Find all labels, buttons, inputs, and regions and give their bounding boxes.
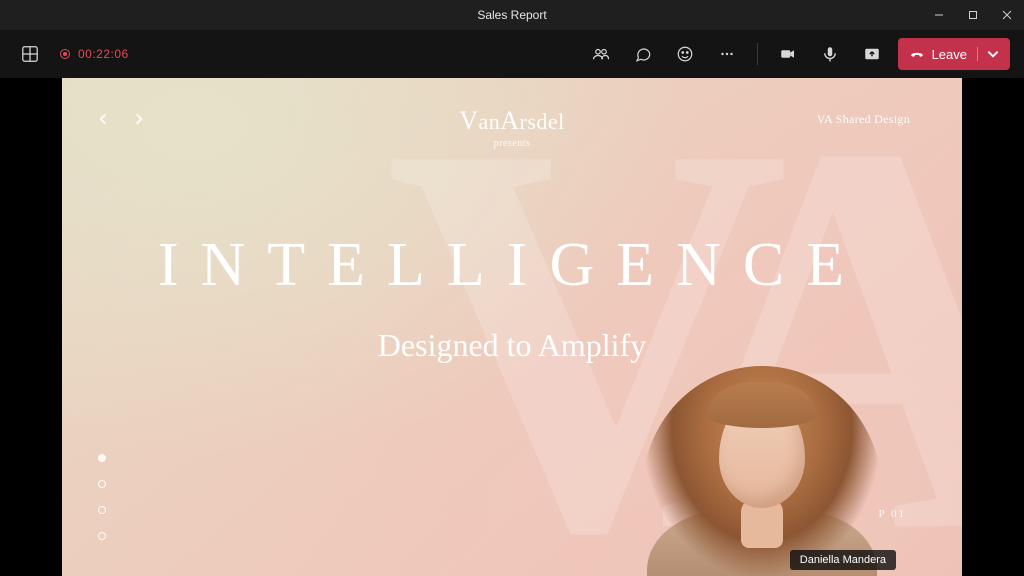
- chat-button[interactable]: [627, 38, 659, 70]
- slide-page-number: P 01: [879, 508, 906, 520]
- window-controls: [922, 0, 1024, 30]
- slide-brand: VanArsdel presents: [459, 106, 565, 149]
- mic-toggle-button[interactable]: [814, 38, 846, 70]
- record-icon: [60, 49, 70, 59]
- slide-dot-3[interactable]: [98, 506, 106, 514]
- brand-logo-text: VanArsdel: [459, 106, 565, 136]
- reactions-button[interactable]: [669, 38, 701, 70]
- chevron-left-icon: [96, 112, 110, 126]
- window-titlebar: Sales Report: [0, 0, 1024, 30]
- chevron-right-icon: [132, 112, 146, 126]
- camera-toggle-button[interactable]: [772, 38, 804, 70]
- shared-slide: VanArsdel presents VA Shared Design INTE…: [62, 78, 962, 576]
- more-actions-button[interactable]: [711, 38, 743, 70]
- prev-slide-button[interactable]: [96, 112, 110, 131]
- slide-dot-1[interactable]: [98, 454, 106, 462]
- slide-progress-dots: [98, 454, 106, 540]
- participants-button[interactable]: [585, 38, 617, 70]
- meeting-stage: VanArsdel presents VA Shared Design INTE…: [0, 78, 1024, 576]
- slide-subhead: Designed to Amplify: [107, 327, 917, 364]
- brand-subtext: presents: [459, 138, 565, 149]
- presenter-video-cutout: [632, 346, 892, 576]
- hangup-icon: [910, 47, 924, 61]
- leave-options-toggle[interactable]: [977, 47, 1000, 61]
- maximize-button[interactable]: [956, 0, 990, 30]
- window-title: Sales Report: [477, 8, 546, 22]
- recording-indicator: 00:22:06: [60, 47, 129, 61]
- meeting-timer: 00:22:06: [78, 47, 129, 61]
- slide-dot-2[interactable]: [98, 480, 106, 488]
- toolbar-divider: [757, 43, 758, 65]
- minimize-button[interactable]: [922, 0, 956, 30]
- close-button[interactable]: [990, 0, 1024, 30]
- slide-corner-label: VA Shared Design: [817, 112, 910, 127]
- leave-button[interactable]: Leave: [898, 38, 1010, 70]
- share-screen-button[interactable]: [856, 38, 888, 70]
- meeting-toolbar: 00:22:06: [0, 30, 1024, 78]
- chevron-down-icon: [986, 47, 1000, 61]
- next-slide-button[interactable]: [132, 112, 146, 131]
- gallery-layout-button[interactable]: [14, 38, 46, 70]
- slide-headline: INTELLIGENCE: [107, 230, 917, 301]
- slide-nav: [96, 112, 146, 131]
- leave-label: Leave: [932, 47, 967, 62]
- slide-dot-4[interactable]: [98, 532, 106, 540]
- slide-hero: INTELLIGENCE Designed to Amplify: [107, 230, 917, 364]
- presenter-name-chip: Daniella Mandera: [790, 550, 896, 570]
